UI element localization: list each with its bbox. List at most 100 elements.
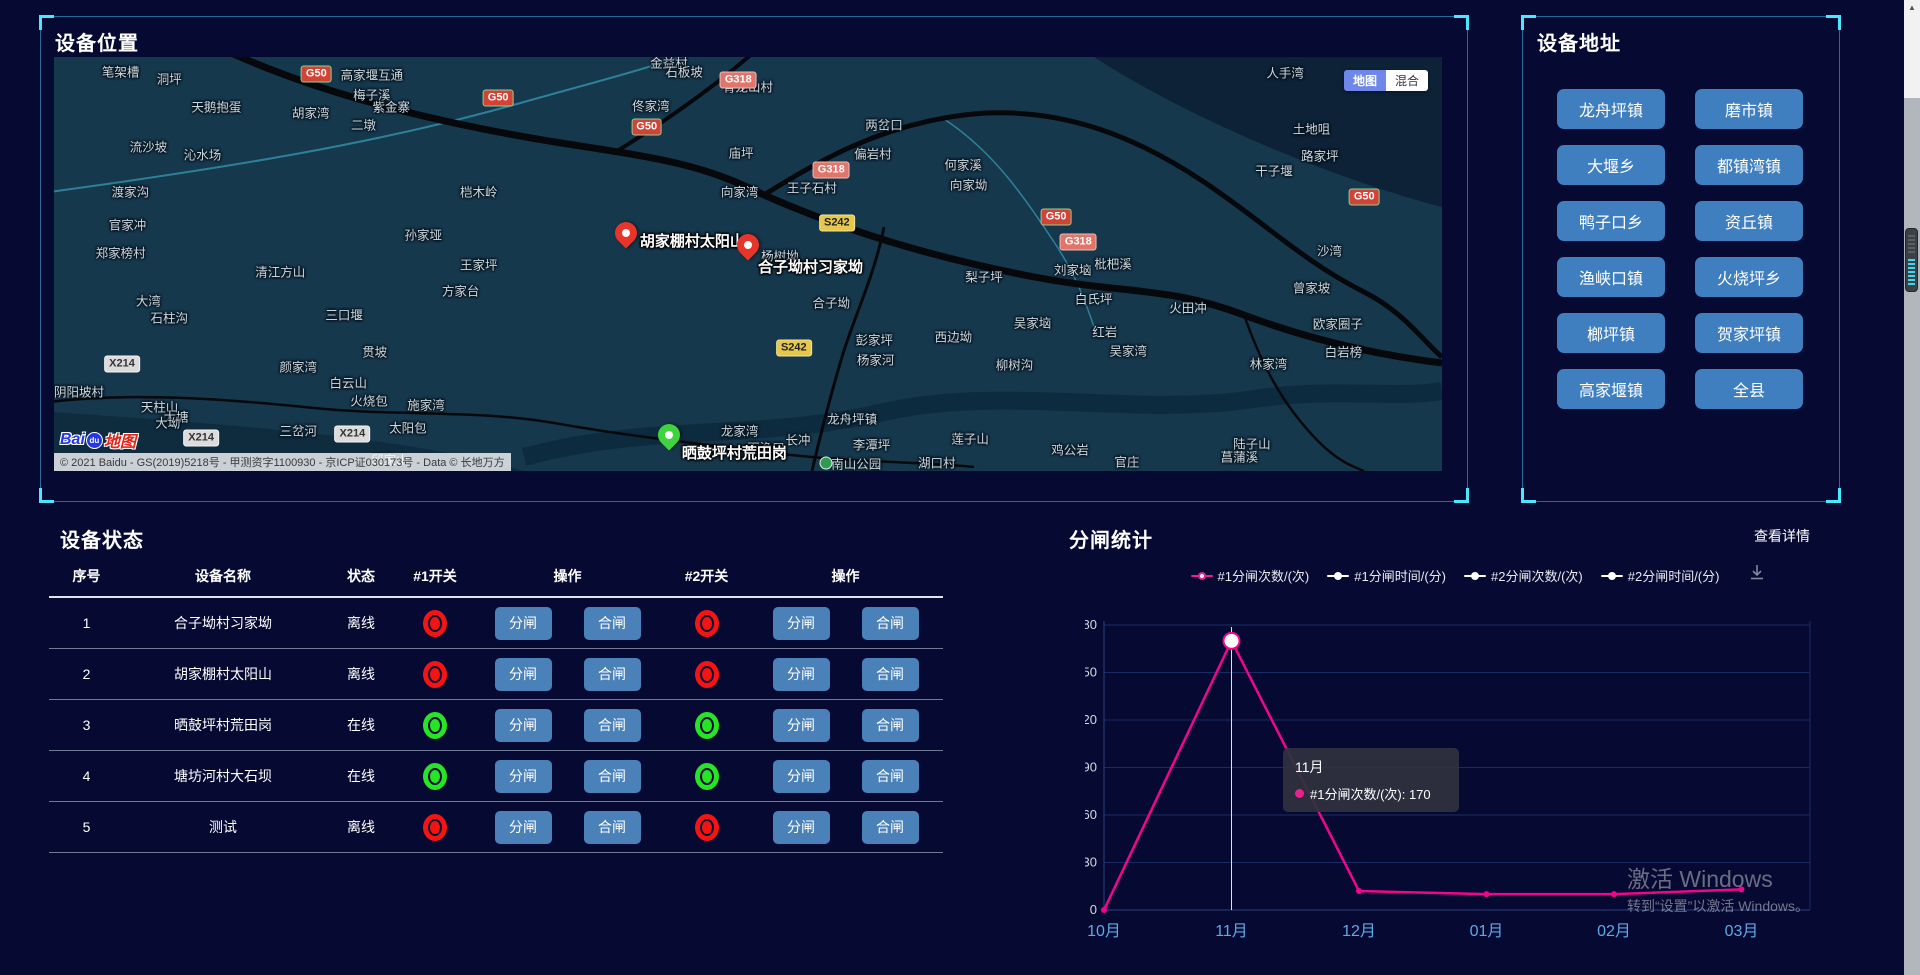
table-body: 1合子坳村习家坳离线分闸合闸分闸合闸2胡家棚村太阳山离线分闸合闸分闸合闸3晒鼓坪… xyxy=(49,598,943,853)
legend-marker-dot xyxy=(1471,572,1479,580)
map-place-label: 彭家坪 xyxy=(856,329,894,348)
baidu-map[interactable]: 笔架槽洞坪天鹅抱蛋胡家湾高家堰互通梅子溪紫金寨二墩流沙坡沁水场渡家沟官家冲郑家榜… xyxy=(54,57,1442,471)
open-switch-button[interactable]: 分闸 xyxy=(495,607,552,640)
address-button[interactable]: 鸭子口乡 xyxy=(1557,201,1665,241)
address-button-grid: 龙舟坪镇磨市镇大堰乡都镇湾镇鸭子口乡资丘镇渔峡口镇火烧坪乡榔坪镇贺家坪镇高家堰镇… xyxy=(1557,89,1803,409)
close-switch-button[interactable]: 合闸 xyxy=(862,811,919,844)
row-index: 5 xyxy=(49,819,124,835)
windows-watermark-line2: 转到“设置”以激活 Windows。 xyxy=(1627,896,1809,916)
close-switch-button[interactable]: 合闸 xyxy=(584,709,641,742)
map-place-label: 三岔河 xyxy=(280,421,318,440)
park-icon xyxy=(819,456,832,469)
road-shield: G318 xyxy=(813,162,850,179)
map-place-label: 偏岩村 xyxy=(854,144,892,163)
map-place-label: 向家坳 xyxy=(950,174,988,193)
map-place-label: 清江方山 xyxy=(255,261,305,280)
map-place-label: 贯坡 xyxy=(362,341,387,360)
address-button[interactable]: 磨市镇 xyxy=(1695,89,1803,129)
address-button[interactable]: 都镇湾镇 xyxy=(1695,145,1803,185)
op1-cell: 分闸合闸 xyxy=(470,811,665,844)
baidu-logo-bai: Bai xyxy=(60,431,85,449)
map-place-label: 洞坪 xyxy=(157,68,182,87)
address-button[interactable]: 大堰乡 xyxy=(1557,145,1665,185)
close-switch-button[interactable]: 合闸 xyxy=(862,607,919,640)
close-switch-button[interactable]: 合闸 xyxy=(584,607,641,640)
scrollbar-up-arrow[interactable] xyxy=(1904,0,1920,98)
corner-accent xyxy=(1454,15,1469,30)
table-row: 1合子坳村习家坳离线分闸合闸分闸合闸 xyxy=(49,598,943,649)
map-place-label: 土地咀 xyxy=(1293,119,1331,138)
close-switch-button[interactable]: 合闸 xyxy=(862,658,919,691)
map-mode-button[interactable]: 地图 xyxy=(1344,70,1386,91)
corner-accent xyxy=(1454,488,1469,503)
open-switch-button[interactable]: 分闸 xyxy=(773,760,830,793)
map-place-label: 梨子坪 xyxy=(965,266,1003,285)
view-detail-link[interactable]: 查看详情 xyxy=(1754,526,1810,546)
open-switch-button[interactable]: 分闸 xyxy=(773,811,830,844)
legend-item[interactable]: #1分闸次数/(次) xyxy=(1191,566,1310,585)
address-button[interactable]: 全县 xyxy=(1695,369,1803,409)
open-switch-button[interactable]: 分闸 xyxy=(495,658,552,691)
map-place-label: 佟家湾 xyxy=(632,96,670,115)
open-switch-button[interactable]: 分闸 xyxy=(773,607,830,640)
map-place-label: 莲子山 xyxy=(951,428,989,447)
road-shield: G318 xyxy=(1060,233,1097,250)
scrollbar-thumb[interactable] xyxy=(1905,228,1918,292)
op2-cell: 分闸合闸 xyxy=(748,760,943,793)
map-place-label: 柳树沟 xyxy=(996,354,1034,373)
map-place-label: 沁水场 xyxy=(184,145,222,164)
legend-item[interactable]: #2分闸时间/(分) xyxy=(1601,566,1720,585)
address-button[interactable]: 贺家坪镇 xyxy=(1695,313,1803,353)
address-button[interactable]: 榔坪镇 xyxy=(1557,313,1665,353)
map-place-label: 长冲 xyxy=(785,430,810,449)
map-place-label: 大坳 xyxy=(155,413,180,432)
open-switch-button[interactable]: 分闸 xyxy=(773,658,830,691)
close-switch-button[interactable]: 合闸 xyxy=(584,658,641,691)
switch1-led xyxy=(423,610,447,637)
map-place-label: 人手湾 xyxy=(1266,62,1304,81)
open-switch-button[interactable]: 分闸 xyxy=(495,811,552,844)
svg-text:180: 180 xyxy=(1085,617,1097,632)
address-button[interactable]: 渔峡口镇 xyxy=(1557,257,1665,297)
close-switch-button[interactable]: 合闸 xyxy=(584,760,641,793)
col-header-name: 设备名称 xyxy=(124,566,322,586)
legend-item[interactable]: #1分闸时间/(分) xyxy=(1327,566,1446,585)
map-place-label: 三口堰 xyxy=(325,304,363,323)
op2-cell: 分闸合闸 xyxy=(748,709,943,742)
device-status: 在线 xyxy=(322,766,400,786)
road-shield: S242 xyxy=(819,215,855,232)
chart-legend: #1分闸次数/(次) #1分闸时间/(分) #2分闸次数/(次) #2分闸时间/(分) xyxy=(1085,566,1825,585)
address-button[interactable]: 火烧坪乡 xyxy=(1695,257,1803,297)
open-switch-button[interactable]: 分闸 xyxy=(773,709,830,742)
map-place-label: 石板坡 xyxy=(665,62,703,81)
table-header-row: 序号 设备名称 状态 #1开关 操作 #2开关 操作 xyxy=(49,556,943,598)
map-place-label: 白云山 xyxy=(329,372,367,391)
address-button[interactable]: 高家堰镇 xyxy=(1557,369,1665,409)
open-switch-button[interactable]: 分闸 xyxy=(495,760,552,793)
map-type-toggle: 地图 混合 xyxy=(1344,70,1428,91)
svg-text:120: 120 xyxy=(1085,712,1097,727)
close-switch-button[interactable]: 合闸 xyxy=(862,760,919,793)
map-place-label: 向家湾 xyxy=(721,181,759,200)
map-place-label: 紫金寨 xyxy=(373,97,411,116)
road-shield: G50 xyxy=(483,89,514,106)
tooltip-value: #1分闸次数/(次): 170 xyxy=(1310,784,1431,803)
legend-item[interactable]: #2分闸次数/(次) xyxy=(1464,566,1583,585)
close-switch-button[interactable]: 合闸 xyxy=(584,811,641,844)
close-switch-button[interactable]: 合闸 xyxy=(862,709,919,742)
map-place-label: 郑家榜村 xyxy=(96,243,146,262)
device-name: 测试 xyxy=(124,817,322,837)
address-button[interactable]: 资丘镇 xyxy=(1695,201,1803,241)
address-button[interactable]: 龙舟坪镇 xyxy=(1557,89,1665,129)
tooltip-month: 11月 xyxy=(1295,757,1447,777)
legend-marker-icon xyxy=(1191,575,1213,577)
page-scrollbar[interactable] xyxy=(1904,0,1920,975)
map-place-label: 合子坳 xyxy=(813,293,851,312)
device-location-title: 设备位置 xyxy=(55,27,139,56)
hybrid-mode-button[interactable]: 混合 xyxy=(1386,70,1428,91)
switch2-led xyxy=(695,814,719,841)
open-switch-button[interactable]: 分闸 xyxy=(495,709,552,742)
device-address-title: 设备地址 xyxy=(1537,27,1621,56)
row-index: 2 xyxy=(49,666,124,682)
map-place-label: 方家台 xyxy=(442,280,480,299)
